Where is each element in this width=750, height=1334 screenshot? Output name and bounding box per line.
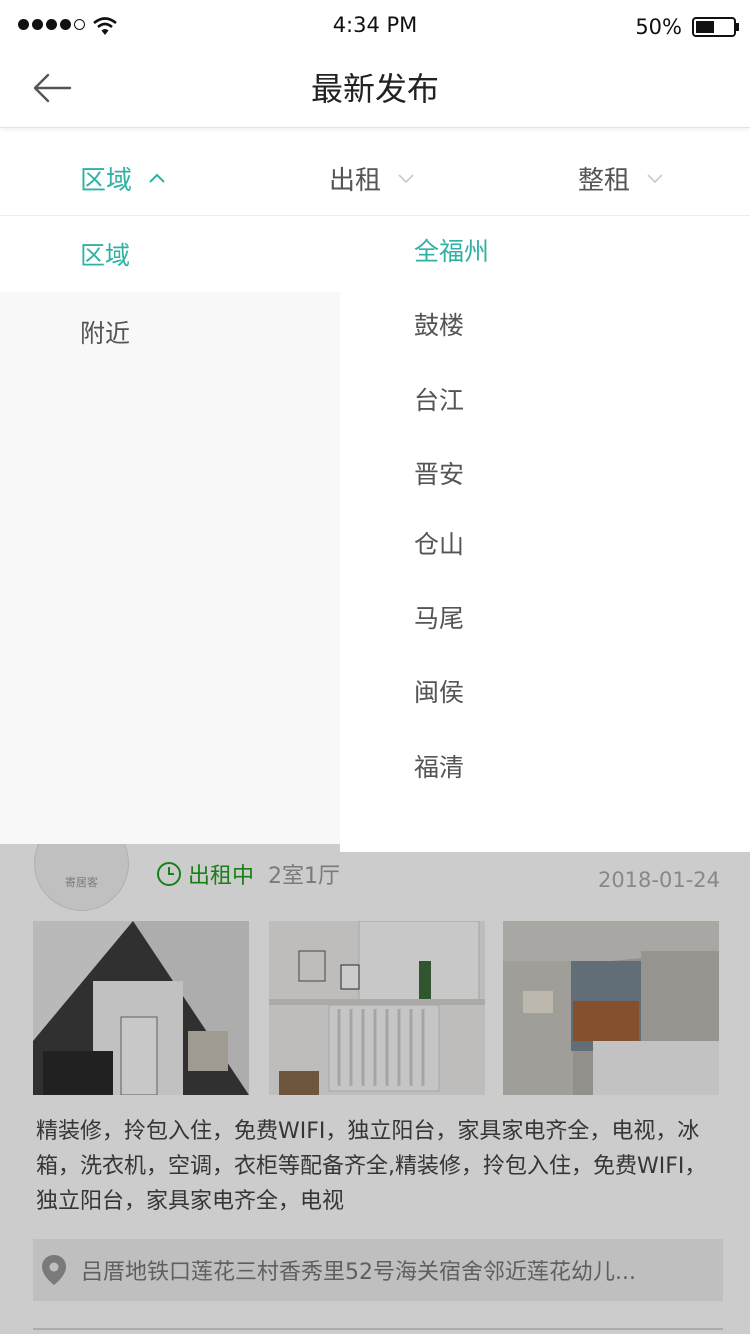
filter-region[interactable]: 区域 [80, 140, 166, 216]
chevron-up-icon [149, 173, 165, 183]
chevron-down-icon [647, 174, 663, 184]
filter-label: 出租 [329, 165, 382, 196]
battery-icon [692, 17, 739, 37]
chevron-down-icon [398, 174, 414, 184]
filter-rent-status[interactable]: 出租 [329, 140, 415, 216]
district-item[interactable]: 晋安 [414, 455, 464, 491]
dropdown-category-list: 区域 附近 [0, 216, 340, 844]
district-item[interactable]: 闽侯 [414, 673, 464, 709]
dropdown-category-region[interactable]: 区域 [0, 216, 340, 292]
filter-bar: 区域 出租 整租 [0, 140, 750, 216]
filter-label: 整租 [578, 165, 631, 196]
district-item[interactable]: 福清 [414, 748, 464, 784]
page-title: 最新发布 [310, 70, 439, 108]
filter-label: 区域 [80, 165, 133, 196]
region-dropdown: 区域 附近 全福州 鼓楼 台江 晋安 仓山 马尾 闽侯 福清 [0, 216, 750, 852]
battery-percent: 50% [635, 15, 682, 39]
dropdown-district-list: 全福州 鼓楼 台江 晋安 仓山 马尾 闽侯 福清 [340, 216, 750, 852]
district-item[interactable]: 马尾 [414, 599, 464, 635]
status-bar: 4:34 PM 50% [0, 0, 750, 52]
district-item[interactable]: 仓山 [414, 525, 464, 561]
district-item[interactable]: 台江 [414, 381, 464, 417]
district-item[interactable]: 鼓楼 [414, 306, 464, 342]
filter-rent-type[interactable]: 整租 [578, 140, 664, 216]
nav-bar: 最新发布 [0, 52, 750, 128]
dropdown-category-nearby[interactable]: 附近 [0, 294, 340, 370]
district-item[interactable]: 全福州 [414, 232, 489, 268]
